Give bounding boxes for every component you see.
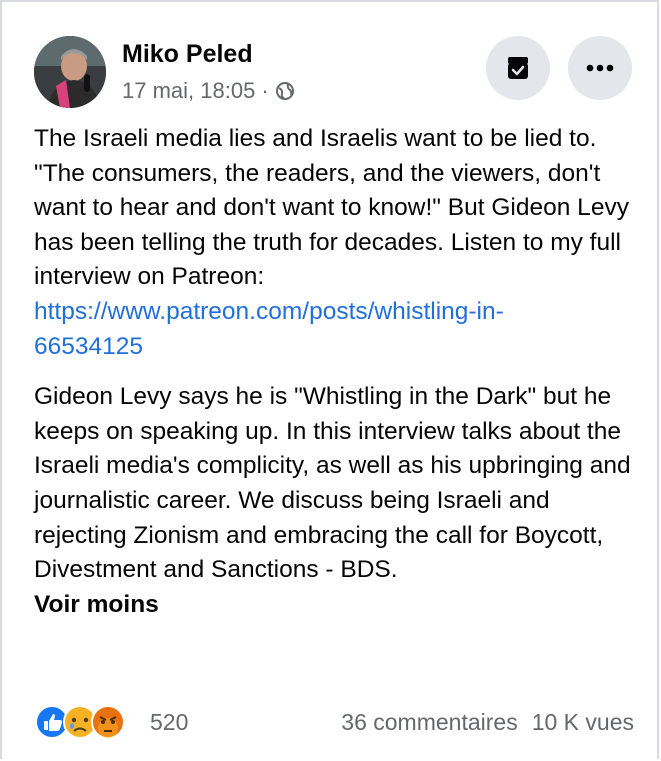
save-icon bbox=[508, 57, 528, 79]
post-header: Miko Peled 17 mai, 18:05 · bbox=[34, 34, 634, 110]
views-count: 10 K vues bbox=[531, 709, 634, 735]
more-options-icon bbox=[586, 64, 614, 72]
link-text: https://www.patreon.com/posts/whistling-… bbox=[34, 297, 504, 325]
link-text-cont: 66534125 bbox=[34, 332, 144, 360]
post-footer: 520 36 commentaires 10 K vues bbox=[34, 702, 634, 744]
post-timestamp[interactable]: 17 mai, 18:05 · bbox=[122, 78, 269, 104]
reactions-summary[interactable] bbox=[34, 704, 144, 740]
more-options-button[interactable] bbox=[568, 36, 632, 100]
post-stats: 36 commentaires 10 K vues bbox=[341, 709, 634, 736]
author-avatar[interactable] bbox=[34, 36, 106, 108]
post-body: The Israeli media lies and Israelis want… bbox=[34, 122, 634, 622]
post-meta: 17 mai, 18:05 · bbox=[122, 78, 295, 104]
post-card: Miko Peled 17 mai, 18:05 · The Israeli m… bbox=[0, 0, 659, 759]
post-paragraph-2: Gideon Levy says he is "Whistling in the… bbox=[34, 383, 631, 584]
globe-icon[interactable] bbox=[275, 81, 295, 101]
see-less-link[interactable]: Voir moins bbox=[34, 588, 634, 623]
reaction-count[interactable]: 520 bbox=[150, 709, 188, 736]
post-paragraph: The Israeli media lies and Israelis want… bbox=[34, 125, 629, 291]
angry-icon bbox=[91, 705, 125, 739]
comments-count[interactable]: 36 commentaires bbox=[341, 709, 517, 736]
author-name[interactable]: Miko Peled bbox=[122, 40, 253, 69]
save-button[interactable] bbox=[486, 36, 550, 100]
patreon-link[interactable]: https://www.patreon.com/posts/whistling-… bbox=[34, 295, 634, 364]
